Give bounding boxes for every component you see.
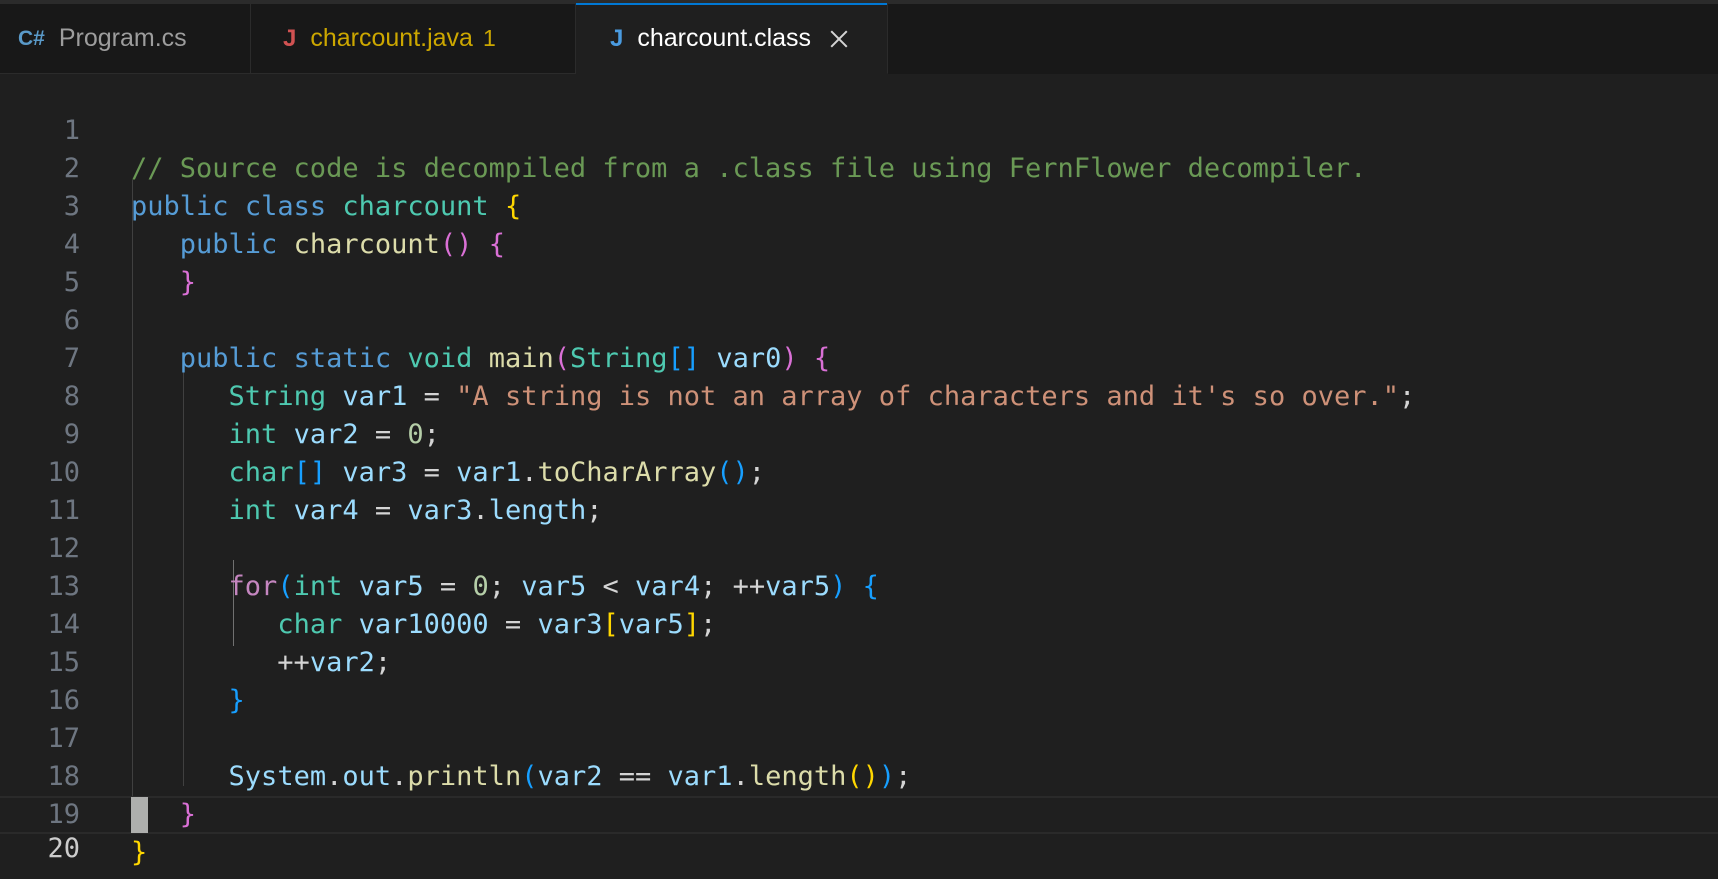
code-line: 16 — [0, 644, 1718, 716]
tab-label: charcount.class — [637, 24, 812, 52]
code-line: 11 — [0, 454, 1718, 526]
code-line: 12 for(int var5 = 0; var5 < var4; ++var5… — [0, 492, 1718, 602]
tab-bar: C# Program.cs J charcount.java 1 J charc… — [0, 0, 1718, 74]
code-line: 3 public charcount() { — [0, 150, 1718, 260]
code-line: 6 public static void main(String[] var0)… — [0, 264, 1718, 374]
code-line: 19 } — [0, 758, 1718, 868]
code-line-current: 20 — [0, 796, 1718, 864]
code-line: 2 public class charcount { — [0, 112, 1718, 222]
tab-label: charcount.java — [310, 24, 473, 52]
editor-window: C# Program.cs J charcount.java 1 J charc… — [0, 0, 1718, 879]
text-cursor — [131, 797, 148, 833]
csharp-file-icon: C# — [18, 26, 45, 50]
code-line: 1 // Source code is decompiled from a .c… — [0, 74, 1718, 184]
problem-count-badge: 1 — [482, 25, 496, 51]
java-file-icon: J — [283, 24, 297, 52]
code-line: 14 ++var2; — [0, 568, 1718, 678]
code-line: 18 } — [0, 720, 1718, 830]
code-line: 4 } — [0, 188, 1718, 298]
code-line: 8 int var2 = 0; — [0, 340, 1718, 450]
code-line: 7 String var1 = "A string is not an arra… — [0, 302, 1718, 412]
tab-charcount-java[interactable]: J charcount.java 1 — [251, 4, 576, 74]
code-line: 9 char[] var3 = var1.toCharArray(); — [0, 378, 1718, 488]
code-editor[interactable]: 1 // Source code is decompiled from a .c… — [0, 74, 1718, 879]
tab-label: Program.cs — [58, 24, 187, 52]
tab-charcount-class[interactable]: J charcount.class — [576, 3, 888, 74]
close-icon[interactable] — [829, 29, 849, 49]
java-file-icon: J — [610, 24, 624, 52]
line-number: 20 — [47, 833, 80, 864]
code-line: 10 int var4 = var3.length; — [0, 416, 1718, 526]
tab-program-cs[interactable]: C# Program.cs — [0, 4, 251, 74]
code-line: 13 char var10000 = var3[var5]; — [0, 530, 1718, 640]
code-line: 5 — [0, 226, 1718, 298]
code-line: 17 System.out.println(var2 == var1.lengt… — [0, 682, 1718, 792]
code-line: 15 } — [0, 606, 1718, 716]
